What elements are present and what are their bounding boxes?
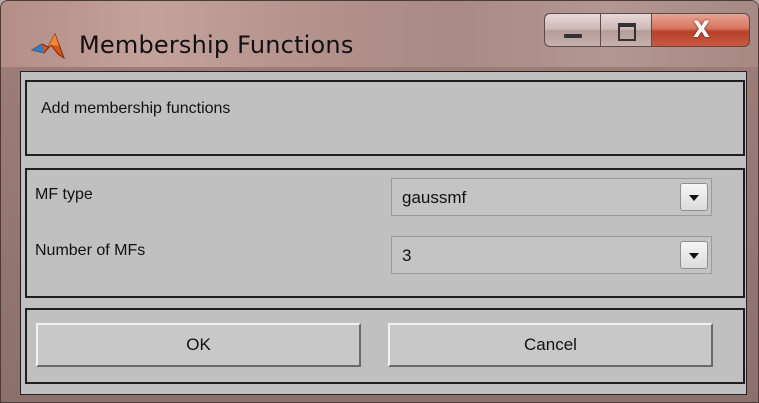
mf-type-value: gaussmf [402,188,467,207]
window-controls: X [544,13,750,47]
settings-panel: MF type gaussmf Number of MFs 3 [25,168,745,298]
num-mfs-label: Number of MFs [35,242,146,259]
chevron-down-icon[interactable] [680,183,708,211]
header-text: Add membership functions [41,100,231,117]
dialog-window: Membership Functions X Add membership fu… [0,0,759,403]
header-panel: Add membership functions [25,80,745,156]
chevron-down-icon[interactable] [680,241,708,269]
matlab-logo-icon [31,32,65,60]
maximize-button[interactable] [600,13,652,47]
minimize-button[interactable] [544,13,601,47]
window-title: Membership Functions [79,31,354,59]
num-mfs-dropdown[interactable]: 3 [391,236,712,274]
ok-button[interactable]: OK [36,323,361,367]
close-icon: X [693,18,710,43]
close-button[interactable]: X [651,13,750,47]
button-panel: OK Cancel [25,308,745,384]
cancel-button[interactable]: Cancel [388,323,713,367]
minimize-icon [564,34,582,38]
maximize-icon [618,23,636,41]
mf-type-label: MF type [35,186,93,203]
title-bar[interactable]: Membership Functions X [1,1,758,67]
num-mfs-value: 3 [402,246,412,265]
dialog-content: Add membership functions MF type gaussmf… [20,71,747,395]
mf-type-dropdown[interactable]: gaussmf [391,178,712,216]
